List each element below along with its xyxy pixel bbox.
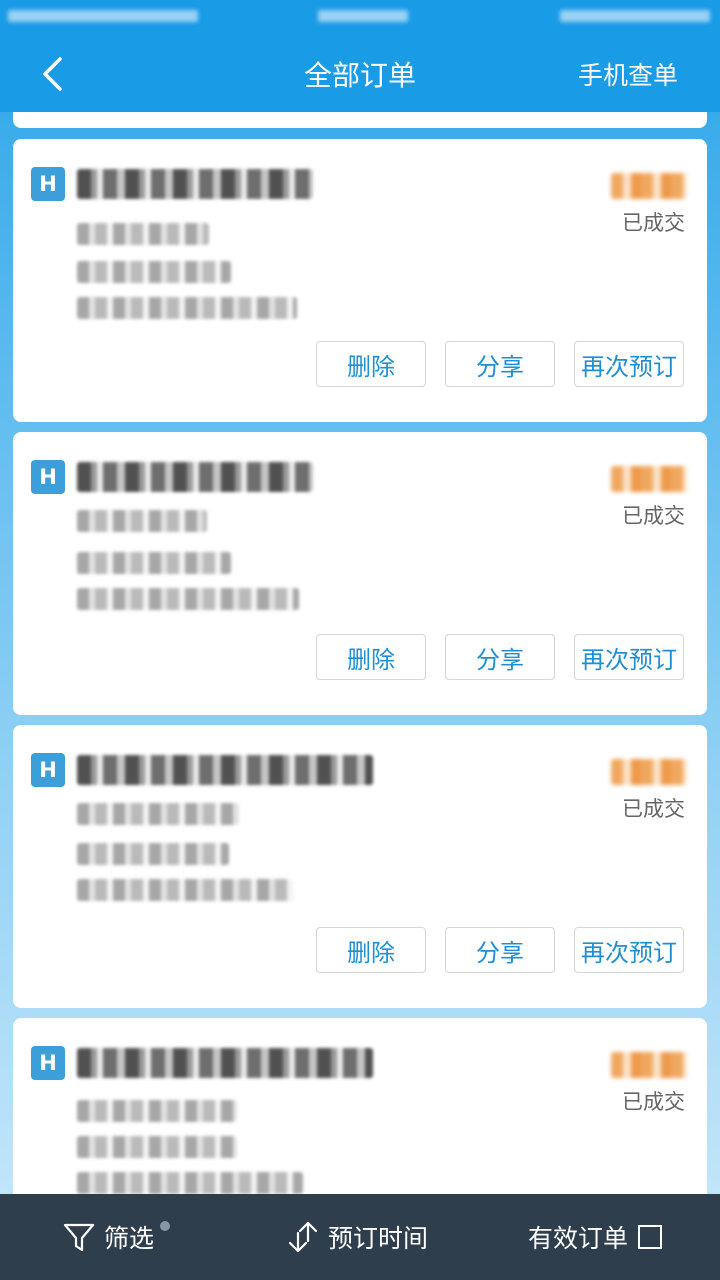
order-status: 已成交: [622, 797, 685, 821]
order-card[interactable]: H 已成交 删除 分享 再次预订: [13, 432, 707, 715]
hotel-name-redacted: [77, 1048, 373, 1078]
delete-button[interactable]: 删除: [316, 927, 426, 973]
filter-label: 筛选: [104, 1224, 155, 1253]
order-detail-redacted: [77, 552, 231, 574]
filter-indicator-dot: [160, 1221, 171, 1231]
share-button[interactable]: 分享: [445, 341, 555, 387]
status-bar: [0, 0, 720, 36]
order-card[interactable]: H 已成交 删除 分享 再次预订: [13, 725, 707, 1008]
share-button[interactable]: 分享: [445, 927, 555, 973]
hotel-name-redacted: [77, 169, 313, 199]
bottom-toolbar: 筛选 预订时间 有效订单: [0, 1194, 720, 1280]
price-redacted: [611, 759, 687, 785]
filter-button[interactable]: 筛选: [62, 1194, 171, 1280]
order-detail-redacted: [77, 1136, 237, 1158]
order-list[interactable]: H 已成交 删除 分享 再次预订 H 已成交 删除 分享 再次预订 H 已成交 …: [0, 112, 720, 1194]
sort-label: 预订时间: [328, 1224, 429, 1253]
previous-order-card-partial: [13, 112, 707, 128]
order-detail-redacted: [77, 1172, 303, 1194]
price-redacted: [611, 1052, 687, 1078]
hotel-icon: H: [31, 167, 65, 201]
order-detail-redacted: [77, 803, 239, 825]
order-card[interactable]: H 已成交: [13, 1018, 707, 1194]
sort-arrows-icon: [288, 1221, 318, 1253]
order-detail-redacted: [77, 843, 229, 865]
delete-button[interactable]: 删除: [316, 341, 426, 387]
share-button[interactable]: 分享: [445, 634, 555, 680]
order-status: 已成交: [622, 504, 685, 528]
delete-button[interactable]: 删除: [316, 634, 426, 680]
rebook-button[interactable]: 再次预订: [574, 634, 684, 680]
hotel-name-redacted: [77, 755, 373, 785]
order-detail-redacted: [77, 510, 207, 532]
order-detail-redacted: [77, 879, 293, 901]
valid-orders-toggle[interactable]: 有效订单: [528, 1194, 663, 1280]
hotel-name-redacted: [77, 462, 313, 492]
order-status: 已成交: [622, 1090, 685, 1114]
status-bar-blurred-center: [318, 10, 408, 22]
order-detail-redacted: [77, 223, 209, 245]
status-bar-blurred-right: [560, 10, 710, 22]
hotel-icon: H: [31, 753, 65, 787]
price-redacted: [611, 466, 687, 492]
valid-orders-label: 有效订单: [528, 1224, 629, 1253]
filter-funnel-icon: [63, 1223, 95, 1252]
checkbox-icon[interactable]: [638, 1225, 663, 1249]
order-detail-redacted: [77, 588, 299, 610]
rebook-button[interactable]: 再次预订: [574, 341, 684, 387]
hotel-icon: H: [31, 460, 65, 494]
order-status: 已成交: [622, 211, 685, 235]
phone-query-button[interactable]: 手机查单: [578, 56, 678, 92]
order-card[interactable]: H 已成交 删除 分享 再次预订: [13, 139, 707, 422]
status-bar-blurred-left: [8, 10, 198, 22]
hotel-icon: H: [31, 1046, 65, 1080]
order-detail-redacted: [77, 1100, 237, 1122]
rebook-button[interactable]: 再次预订: [574, 927, 684, 973]
order-detail-redacted: [77, 261, 231, 283]
nav-bar: 全部订单 手机查单: [0, 36, 720, 112]
order-detail-redacted: [77, 297, 297, 319]
sort-by-booking-time-button[interactable]: 预订时间: [286, 1194, 428, 1280]
price-redacted: [611, 173, 687, 199]
